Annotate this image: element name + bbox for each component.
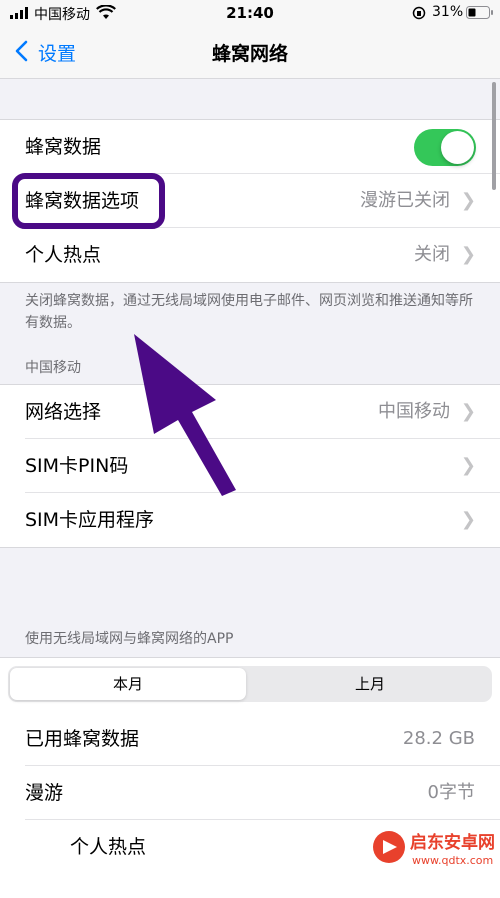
scroll-indicator[interactable] — [492, 82, 496, 190]
personal-hotspot-row[interactable]: 个人热点 关闭 ❯ — [0, 228, 500, 282]
network-selection-row[interactable]: 网络选择 中国移动 ❯ — [0, 385, 500, 439]
carrier-section-header: 中国移动 — [25, 360, 81, 376]
battery-percent: 31% — [432, 4, 464, 20]
chevron-right-icon: ❯ — [460, 244, 476, 265]
segment-this-month-label: 本月 — [112, 675, 143, 693]
toggle-knob — [441, 131, 474, 164]
watermark-url: www.qdtx.com — [412, 854, 494, 867]
chevron-right-icon: ❯ — [460, 190, 476, 211]
status-bar: 中国移动 21:40 31% — [0, 0, 500, 26]
usage-section-header: 使用无线局域网与蜂窝网络的APP — [25, 631, 234, 647]
cellular-data-options-value: 漫游已关闭 — [360, 190, 450, 211]
navigation-bar: 设置 蜂窝网络 — [0, 26, 500, 79]
sim-apps-label: SIM卡应用程序 — [25, 509, 155, 531]
watermark-text: 启东安卓网 — [410, 833, 495, 853]
chevron-right-icon: ❯ — [460, 455, 476, 476]
page-title: 蜂窝网络 — [211, 43, 288, 65]
cellular-data-toggle[interactable] — [414, 129, 476, 166]
roaming-value: 0字节 — [427, 782, 475, 803]
sim-pin-row[interactable]: SIM卡PIN码 ❯ — [0, 439, 500, 493]
used-cellular-data-row: 已用蜂窝数据 28.2 GB — [0, 712, 500, 766]
personal-hotspot-value: 关闭 — [414, 244, 450, 265]
cellular-data-label: 蜂窝数据 — [25, 136, 102, 158]
used-cellular-data-value: 28.2 GB — [402, 728, 475, 749]
rotation-lock-icon — [412, 6, 426, 24]
period-segmented-control: 本月 上月 — [8, 666, 492, 702]
hotspot-usage-label: 个人热点 — [70, 836, 147, 858]
roaming-label: 漫游 — [25, 782, 64, 804]
chevron-right-icon: ❯ — [460, 401, 476, 422]
cellular-data-row: 蜂窝数据 — [0, 120, 500, 174]
segment-this-month[interactable]: 本月 — [10, 668, 246, 700]
sim-pin-label: SIM卡PIN码 — [25, 455, 129, 477]
carrier-group: 网络选择 中国移动 ❯ SIM卡PIN码 ❯ SIM卡应用程序 ❯ — [0, 384, 500, 548]
network-selection-label: 网络选择 — [25, 401, 102, 423]
watermark-logo-icon — [372, 830, 406, 868]
chevron-right-icon: ❯ — [460, 509, 476, 530]
arrow-annotation — [118, 330, 248, 500]
network-selection-value: 中国移动 — [378, 401, 450, 422]
personal-hotspot-label: 个人热点 — [25, 244, 102, 266]
segment-last-month-label: 上月 — [354, 675, 385, 693]
roaming-row: 漫游 0字节 — [0, 766, 500, 820]
used-cellular-data-label: 已用蜂窝数据 — [25, 728, 140, 750]
cellular-footnote: 关闭蜂窝数据，通过无线局域网使用电子邮件、网页浏览和推送通知等所有数据。 — [25, 293, 473, 331]
watermark: 启东安卓网 www.qdtx.com — [372, 826, 500, 886]
highlight-box — [12, 173, 165, 229]
segment-last-month[interactable]: 上月 — [250, 668, 490, 700]
battery-icon — [466, 6, 494, 24]
sim-apps-row[interactable]: SIM卡应用程序 ❯ — [0, 493, 500, 547]
